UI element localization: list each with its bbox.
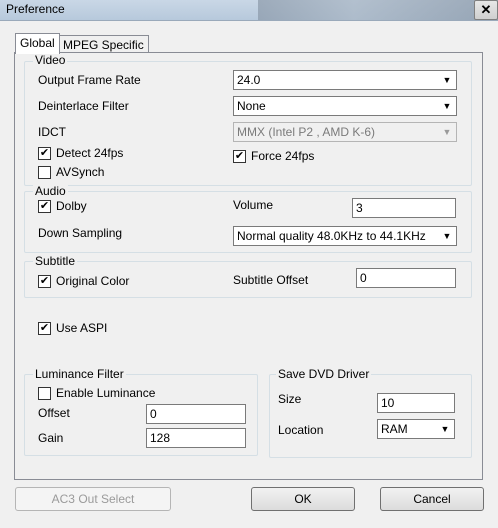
- audio-group-title: Audio: [33, 184, 68, 198]
- deinterlace-filter-value: None: [237, 99, 266, 113]
- close-icon: ✕: [480, 2, 492, 17]
- detect-24fps-label: Detect 24fps: [56, 146, 124, 160]
- subtitle-offset-input[interactable]: 0: [356, 268, 456, 288]
- use-aspi-checkbox[interactable]: ✔: [38, 322, 51, 335]
- luminance-offset-label: Offset: [38, 406, 70, 420]
- deinterlace-filter-label: Deinterlace Filter: [38, 99, 129, 113]
- video-group-title: Video: [33, 53, 68, 67]
- title-bar-background: [258, 0, 498, 20]
- chevron-down-icon: ▼: [439, 228, 455, 244]
- output-frame-rate-value: 24.0: [237, 73, 261, 87]
- dvd-location-select[interactable]: RAM ▼: [377, 419, 455, 439]
- down-sampling-select[interactable]: Normal quality 48.0KHz to 44.1KHz ▼: [233, 226, 457, 246]
- cancel-button[interactable]: Cancel: [380, 487, 484, 511]
- avsynch-checkbox[interactable]: [38, 166, 51, 179]
- save-dvd-driver-group-title: Save DVD Driver: [276, 367, 372, 381]
- tab-global[interactable]: Global: [15, 33, 60, 54]
- window-title: Preference: [6, 2, 65, 16]
- chevron-down-icon: ▼: [437, 421, 453, 437]
- dvd-size-label: Size: [278, 392, 302, 406]
- use-aspi-label: Use ASPI: [56, 321, 108, 335]
- output-frame-rate-select[interactable]: 24.0 ▼: [233, 70, 457, 90]
- dvd-location-label: Location: [278, 423, 324, 437]
- save-dvd-driver-group: [269, 374, 472, 458]
- tab-mpeg-specific-label: MPEG Specific: [63, 38, 144, 52]
- dolby-checkbox[interactable]: ✔: [38, 200, 51, 213]
- force-24fps-checkbox[interactable]: ✔: [233, 150, 246, 163]
- original-color-checkbox[interactable]: ✔: [38, 275, 51, 288]
- avsynch-label: AVSynch: [56, 165, 105, 179]
- tab-global-label: Global: [20, 36, 55, 50]
- volume-label: Volume: [233, 198, 274, 212]
- luminance-gain-label: Gain: [38, 431, 64, 445]
- enable-luminance-label: Enable Luminance: [56, 386, 156, 400]
- chevron-down-icon: ▼: [439, 124, 455, 140]
- down-sampling-label: Down Sampling: [38, 226, 123, 240]
- down-sampling-value: Normal quality 48.0KHz to 44.1KHz: [237, 229, 426, 243]
- dolby-label: Dolby: [56, 199, 87, 213]
- dvd-size-input[interactable]: 10: [377, 393, 455, 413]
- output-frame-rate-label: Output Frame Rate: [38, 73, 141, 87]
- volume-input[interactable]: 3: [352, 198, 456, 218]
- luminance-filter-group-title: Luminance Filter: [33, 367, 126, 381]
- close-button[interactable]: ✕: [474, 0, 498, 20]
- subtitle-offset-label: Subtitle Offset: [233, 273, 309, 287]
- luminance-offset-input[interactable]: 0: [146, 404, 246, 424]
- subtitle-group-title: Subtitle: [33, 254, 78, 268]
- deinterlace-filter-select[interactable]: None ▼: [233, 96, 457, 116]
- enable-luminance-checkbox[interactable]: [38, 387, 51, 400]
- idct-value: MMX (Intel P2 , AMD K-6): [237, 125, 376, 139]
- dvd-location-value: RAM: [381, 422, 408, 436]
- ok-button[interactable]: OK: [251, 487, 355, 511]
- idct-label: IDCT: [38, 125, 66, 139]
- luminance-gain-input[interactable]: 128: [146, 428, 246, 448]
- title-bar[interactable]: Preference ✕: [0, 0, 498, 21]
- original-color-label: Original Color: [56, 274, 130, 288]
- ac3-out-select-button[interactable]: AC3 Out Select: [15, 487, 171, 511]
- detect-24fps-checkbox[interactable]: ✔: [38, 147, 51, 160]
- chevron-down-icon: ▼: [439, 98, 455, 114]
- force-24fps-label: Force 24fps: [251, 149, 315, 163]
- chevron-down-icon: ▼: [439, 72, 455, 88]
- idct-select[interactable]: MMX (Intel P2 , AMD K-6) ▼: [233, 122, 457, 142]
